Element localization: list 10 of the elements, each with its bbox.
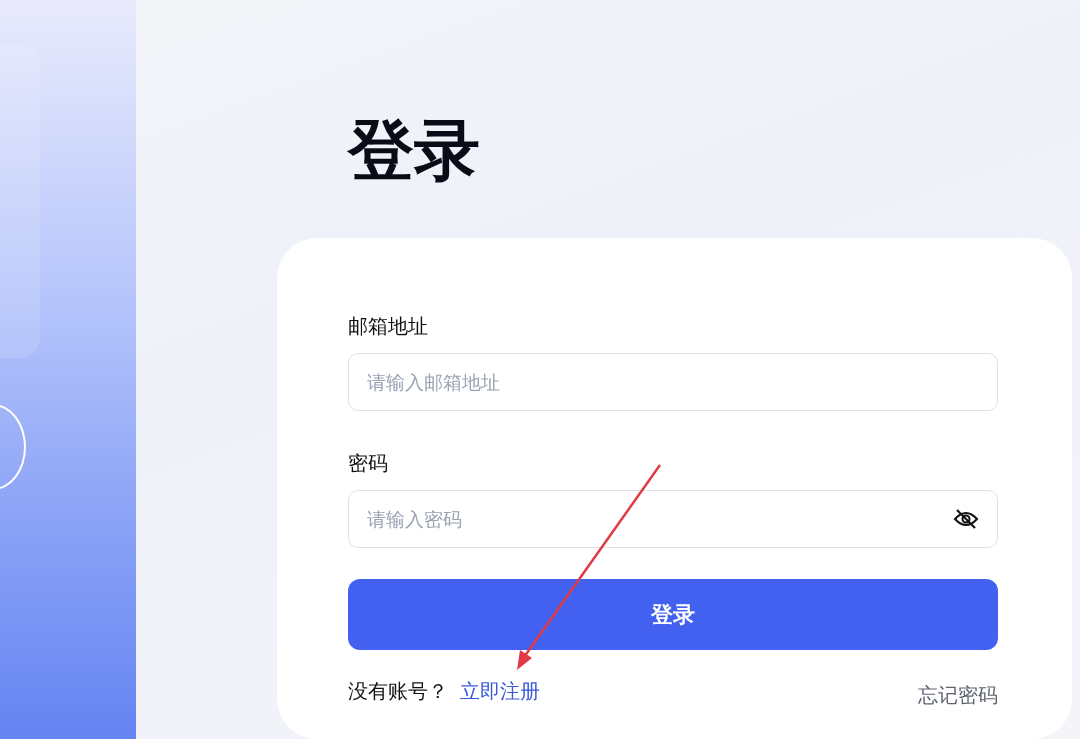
forgot-password-link[interactable]: 忘记密码 xyxy=(918,682,998,708)
signup-link[interactable]: 立即注册 xyxy=(460,678,540,704)
page-title: 登录 xyxy=(348,116,480,186)
eye-slash-icon[interactable] xyxy=(953,508,979,530)
field-label: 密码 xyxy=(348,451,389,475)
login-button[interactable]: 登录 xyxy=(348,579,998,650)
input-field[interactable]: 请输入密码 xyxy=(348,490,998,548)
input-field[interactable]: 请输入邮箱地址 xyxy=(348,353,998,411)
field-label: 邮箱地址 xyxy=(348,314,429,338)
signup-prompt: 没有账号？ xyxy=(348,678,448,704)
